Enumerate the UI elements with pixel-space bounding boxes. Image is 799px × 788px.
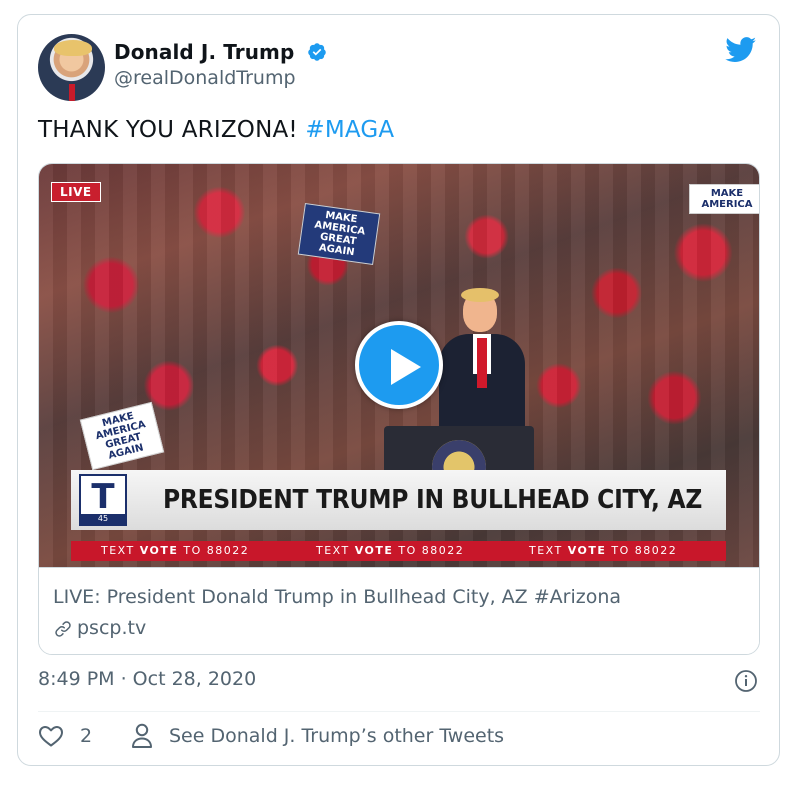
ticker-item: TEXT VOTE TO 88022 xyxy=(529,544,678,557)
media-card-title[interactable]: LIVE: President Donald Trump in Bullhead… xyxy=(53,586,621,608)
maga-sign: MAKE AMERICA xyxy=(689,184,759,214)
maga-sign: MAKE AMERICA GREAT AGAIN xyxy=(297,202,381,266)
ticker-item: TEXT VOTE TO 88022 xyxy=(101,544,250,557)
twitter-bird-icon[interactable] xyxy=(725,37,757,63)
link-icon xyxy=(55,621,71,637)
play-icon xyxy=(391,349,421,385)
media-card-info[interactable]: LIVE: President Donald Trump in Bullhead… xyxy=(39,567,759,654)
embedded-tweet-card: Donald J. Trump @realDonaldTrump THANK Y… xyxy=(17,14,780,766)
info-icon[interactable] xyxy=(734,669,758,693)
t45-logo: T 45 xyxy=(79,474,127,526)
like-count[interactable]: 2 xyxy=(80,725,92,747)
tweet-body: THANK YOU ARIZONA! xyxy=(38,117,306,143)
verified-badge-icon xyxy=(308,43,326,61)
tweet-timestamp[interactable]: 8:49 PM · Oct 28, 2020 xyxy=(38,668,256,690)
logo-letter: T xyxy=(91,477,115,517)
tweet-text: THANK YOU ARIZONA! #MAGA xyxy=(38,117,394,143)
play-button[interactable] xyxy=(355,321,443,409)
video-headline: PRESIDENT TRUMP IN BULLHEAD CITY, AZ xyxy=(163,485,703,515)
divider xyxy=(38,711,760,712)
media-card-link[interactable]: pscp.tv xyxy=(77,617,146,639)
person-icon xyxy=(132,723,152,748)
video-thumbnail[interactable]: LIVE MAKE AMERICA GREAT AGAIN MAKE AMERI… xyxy=(39,164,759,567)
avatar[interactable] xyxy=(38,34,105,101)
logo-number: 45 xyxy=(81,514,125,524)
ticker-bar: TEXT VOTE TO 88022 TEXT VOTE TO 88022 TE… xyxy=(71,541,726,561)
author-name[interactable]: Donald J. Trump xyxy=(114,40,294,64)
speaker-figure xyxy=(439,288,525,444)
see-other-tweets-link[interactable]: See Donald J. Trump’s other Tweets xyxy=(169,725,504,747)
live-badge: LIVE xyxy=(51,182,101,202)
hashtag-link[interactable]: #MAGA xyxy=(305,117,394,143)
author-handle[interactable]: @realDonaldTrump xyxy=(114,67,296,89)
ticker-item: TEXT VOTE TO 88022 xyxy=(316,544,465,557)
heart-icon[interactable] xyxy=(38,724,64,748)
media-card[interactable]: LIVE MAKE AMERICA GREAT AGAIN MAKE AMERI… xyxy=(38,163,760,655)
